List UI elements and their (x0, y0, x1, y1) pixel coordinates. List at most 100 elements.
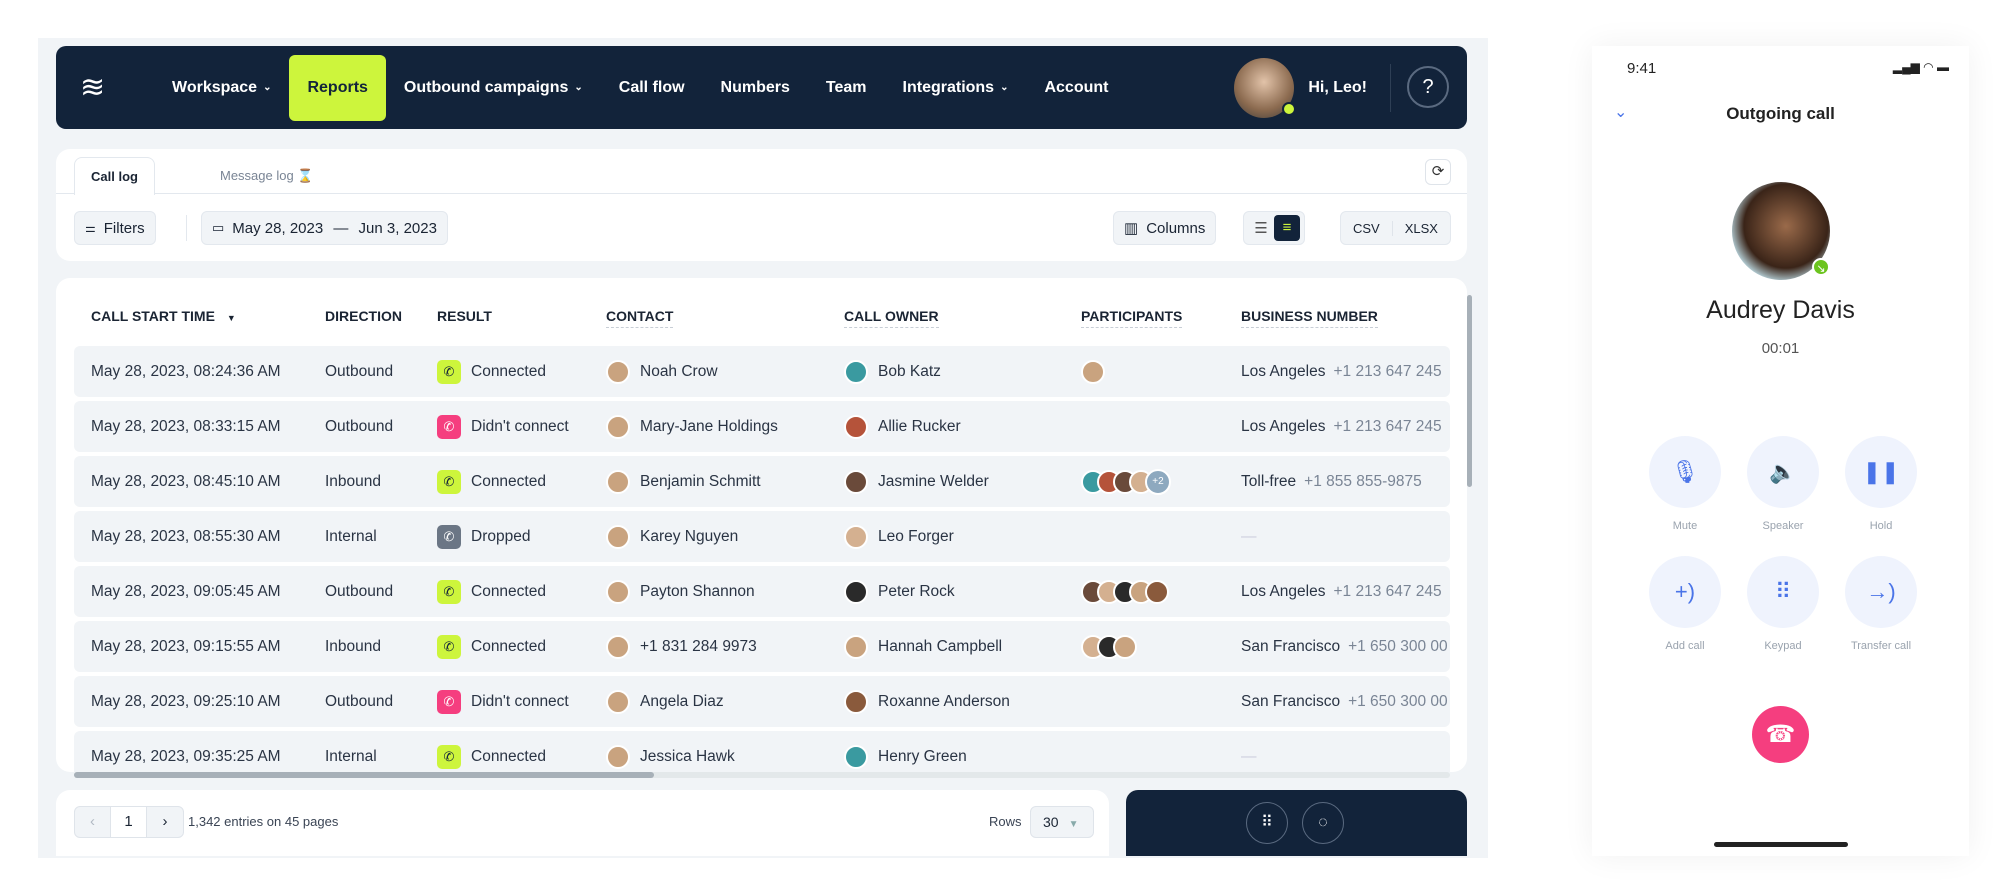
transfer-call-button[interactable]: →) Transfer call (1844, 556, 1918, 652)
participants: +2 (1081, 456, 1171, 507)
table-row[interactable]: May 28, 2023, 08:33:15 AM Outbound ✆ Didn… (74, 401, 1450, 452)
column-header[interactable]: PARTICIPANTS (1081, 308, 1183, 328)
hold-button[interactable]: ❚❚ Hold (1844, 436, 1918, 532)
compact-view-icon[interactable]: ≡ (1274, 215, 1300, 241)
nav-item-account[interactable]: Account (1026, 55, 1126, 121)
table-row[interactable]: May 28, 2023, 09:35:25 AM Internal ✆ Conn… (74, 731, 1450, 772)
call-owner[interactable]: Roxanne Anderson (844, 676, 1010, 727)
refresh-button[interactable]: ⟳ (1425, 159, 1451, 185)
chat-icon[interactable]: ◌ (1302, 802, 1344, 844)
table-row[interactable]: May 28, 2023, 09:15:55 AM Inbound ✆ Conne… (74, 621, 1450, 672)
column-header[interactable]: CONTACT (606, 308, 674, 328)
call-owner[interactable]: Peter Rock (844, 566, 955, 617)
date-range-picker[interactable]: ▭ May 28, 2023 — Jun 3, 2023 (201, 211, 448, 245)
horizontal-scrollbar[interactable] (74, 772, 1450, 778)
column-header[interactable]: DIRECTION (325, 308, 402, 324)
tab-call-log[interactable]: Call log (74, 157, 155, 195)
call-owner[interactable]: Allie Rucker (844, 401, 961, 452)
logo-icon[interactable]: ≋ (80, 68, 120, 108)
call-owner[interactable]: Hannah Campbell (844, 621, 1002, 672)
contact[interactable]: Angela Diaz (606, 676, 724, 727)
avatar (606, 579, 630, 604)
call-start-time: May 28, 2023, 08:55:30 AM (91, 527, 281, 545)
prev-page-button[interactable]: ‹ (75, 807, 111, 837)
nav-item-workspace[interactable]: Workspace ⌄ (154, 55, 289, 121)
help-button[interactable]: ? (1407, 66, 1449, 108)
participant-avatar[interactable] (1113, 634, 1137, 659)
next-page-button[interactable]: › (147, 807, 183, 837)
nav-item-team[interactable]: Team (808, 55, 885, 121)
export-xlsx-button[interactable]: XLSX (1393, 221, 1450, 236)
participant-avatar[interactable] (1145, 579, 1169, 604)
participants (1081, 566, 1169, 617)
column-header[interactable]: RESULT (437, 308, 492, 324)
direction: Outbound (325, 692, 394, 710)
view-toggle[interactable]: ☰ ≡ (1243, 211, 1305, 245)
nav-item-integrations[interactable]: Integrations ⌄ (885, 55, 1027, 121)
call-owner[interactable]: Henry Green (844, 731, 967, 772)
chevron-down-icon: ▼ (1068, 819, 1079, 830)
table-row[interactable]: May 28, 2023, 08:55:30 AM Internal ✆ Drop… (74, 511, 1450, 562)
speaker-button[interactable]: 🔈 Speaker (1746, 436, 1820, 532)
call-owner[interactable]: Leo Forger (844, 511, 954, 562)
list-view-icon[interactable]: ☰ (1248, 219, 1274, 237)
caller-avatar: ↘ (1732, 182, 1830, 280)
online-status-icon (1282, 102, 1297, 116)
tab-message-log[interactable]: Message log ⌛ (204, 157, 330, 195)
contact[interactable]: Payton Shannon (606, 566, 755, 617)
call-owner[interactable]: Bob Katz (844, 346, 941, 397)
outgoing-arrow-icon: ↘ (1812, 258, 1830, 276)
status-icons: ▂▄▆ ◠ ▬ (1893, 60, 1949, 74)
call-duration: 00:01 (1761, 340, 1800, 357)
battery-icon: ▬ (1937, 60, 1949, 74)
table-row[interactable]: May 28, 2023, 08:45:10 AM Inbound ✆ Conne… (74, 456, 1450, 507)
rows-per-page-select[interactable]: 30 ▼ (1030, 806, 1094, 838)
avatar (844, 414, 868, 439)
contact[interactable]: +1 831 284 9973 (606, 621, 757, 672)
nav-item-reports[interactable]: Reports (289, 54, 386, 121)
column-header[interactable]: CALL START TIME ▼ (91, 308, 236, 324)
number-label: — (1241, 527, 1257, 545)
add-call-button[interactable]: +) Add call (1648, 556, 1722, 652)
keypad-button[interactable]: ⠿ Keypad (1746, 556, 1820, 652)
owner-name: Roxanne Anderson (878, 692, 1010, 710)
contact[interactable]: Karey Nguyen (606, 511, 738, 562)
owner-name: Jasmine Welder (878, 472, 989, 490)
columns-button[interactable]: ▥ Columns (1113, 211, 1217, 245)
scrollbar-thumb[interactable] (74, 772, 654, 778)
phone-icon: ✆ (437, 469, 461, 494)
avatar (844, 579, 868, 604)
more-participants-badge[interactable]: +2 (1145, 468, 1171, 495)
direction: Inbound (325, 472, 382, 490)
user-menu[interactable]: Hi, Leo! (1234, 58, 1367, 118)
phone-icon: ✆ (437, 744, 461, 769)
keypad-icon[interactable]: ⠿ (1246, 802, 1288, 844)
contact[interactable]: Mary-Jane Holdings (606, 401, 778, 452)
vertical-scrollbar[interactable] (1467, 295, 1472, 487)
sort-desc-icon[interactable]: ▼ (227, 313, 236, 323)
page-number[interactable]: 1 (111, 807, 147, 837)
nav-item-numbers[interactable]: Numbers (703, 55, 808, 121)
header-label: DIRECTION (325, 308, 402, 324)
table-row[interactable]: May 28, 2023, 09:25:10 AM Outbound ✆ Didn… (74, 676, 1450, 727)
column-header[interactable]: BUSINESS NUMBER (1241, 308, 1378, 328)
mute-button[interactable]: 🎙 Mute (1648, 436, 1722, 532)
call-start-time: May 28, 2023, 09:15:55 AM (91, 637, 281, 655)
column-header[interactable]: CALL OWNER (844, 308, 939, 328)
hang-up-button[interactable]: ☎ (1752, 706, 1809, 763)
entries-count: 1,342 entries on 45 pages (188, 814, 339, 829)
number-label: — (1241, 747, 1257, 765)
export-csv-button[interactable]: CSV (1341, 220, 1393, 236)
call-owner[interactable]: Jasmine Welder (844, 456, 989, 507)
table-row[interactable]: May 28, 2023, 09:05:45 AM Outbound ✆ Conn… (74, 566, 1450, 617)
participant-avatar[interactable] (1081, 359, 1105, 384)
filters-button[interactable]: ⚌ Filters (74, 211, 156, 245)
header-label: RESULT (437, 308, 492, 324)
table-row[interactable]: May 28, 2023, 08:24:36 AM Outbound ✆ Conn… (74, 346, 1450, 397)
contact[interactable]: Benjamin Schmitt (606, 456, 761, 507)
nav-item-outbound-campaigns[interactable]: Outbound campaigns ⌄ (386, 55, 601, 121)
nav-label: Integrations (902, 78, 995, 96)
nav-item-call-flow[interactable]: Call flow (601, 55, 703, 121)
contact[interactable]: Noah Crow (606, 346, 718, 397)
contact[interactable]: Jessica Hawk (606, 731, 735, 772)
